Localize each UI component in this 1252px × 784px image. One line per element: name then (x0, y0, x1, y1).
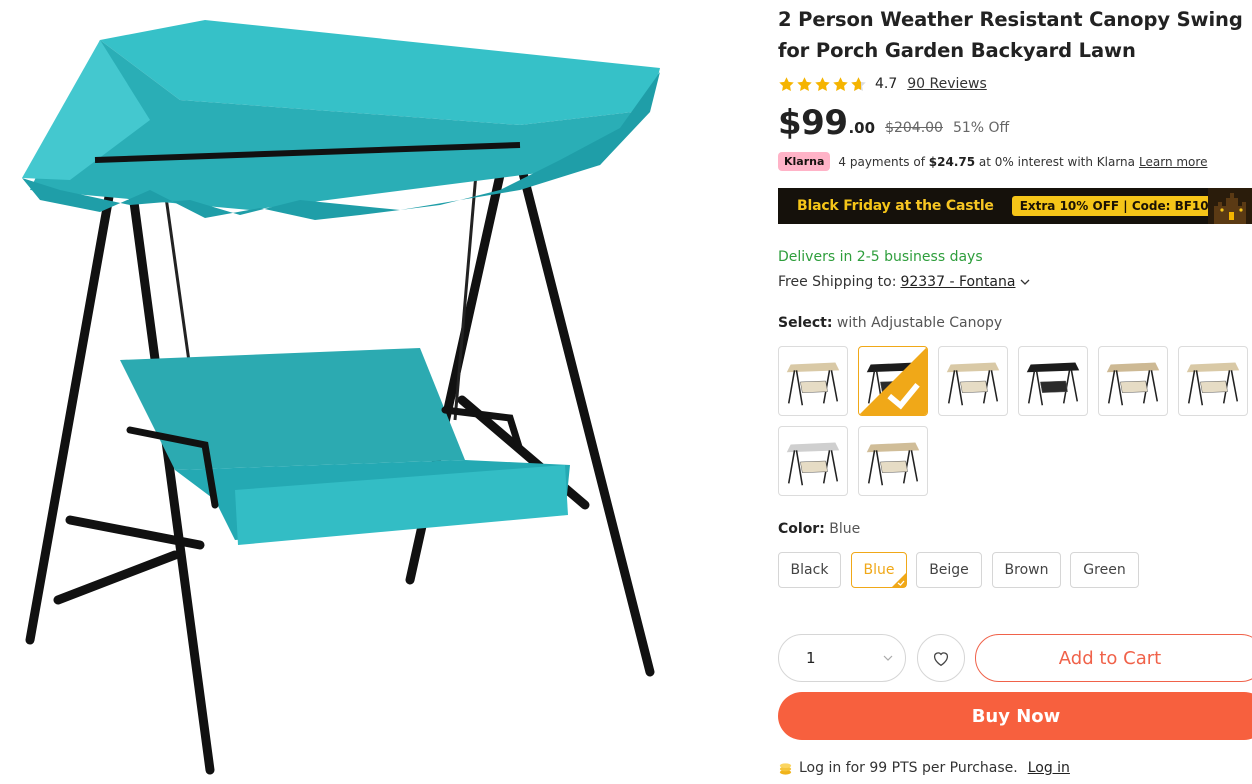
swing-thumbnail-icon (866, 442, 920, 486)
star-icon (815, 76, 830, 91)
klarna-amount: $24.75 (928, 154, 976, 169)
select-label: Select: (778, 315, 833, 331)
delivery-estimate: Delivers in 2-5 business days (778, 249, 983, 265)
rating-row: 4.7 90 Reviews (778, 73, 987, 95)
heart-icon (933, 652, 949, 667)
variant-thumbnail[interactable] (858, 426, 928, 496)
discount-label: 51% Off (952, 120, 1010, 136)
color-value: Blue (829, 521, 861, 537)
variant-thumbnail[interactable] (938, 346, 1008, 416)
shipping-row: Free Shipping to: 92337 - Fontana (778, 274, 1031, 290)
chevron-down-icon[interactable] (1019, 276, 1031, 288)
swing-thumbnail-icon (786, 362, 840, 406)
reviews-link[interactable]: 90 Reviews (907, 76, 987, 92)
rating-value: 4.7 (875, 76, 898, 92)
color-option-label: Black (790, 562, 829, 578)
color-option-label: Brown (1004, 562, 1049, 578)
star-half-icon (851, 76, 866, 91)
price-current: $99 (778, 103, 848, 143)
product-details-panel: 2 Person Weather Resistant Canopy Swing … (778, 0, 1252, 784)
color-option-label: Blue (863, 562, 895, 578)
promo-code-tag: Extra 10% OFF | Code: BF10 (1011, 196, 1217, 216)
quantity-value: 1 (806, 649, 816, 667)
buy-now-button[interactable]: Buy Now (778, 692, 1252, 740)
select-value: with Adjustable Canopy (836, 315, 1003, 331)
quantity-select[interactable]: 1 (778, 634, 906, 682)
canopy-swing-image (22, 20, 660, 775)
color-option-label: Green (1083, 562, 1126, 578)
variant-thumbnail[interactable] (778, 346, 848, 416)
swing-thumbnail-icon (786, 442, 840, 486)
variant-thumbnail[interactable] (1178, 346, 1248, 416)
product-title: 2 Person Weather Resistant Canopy Swing … (778, 8, 1243, 62)
color-option-brown[interactable]: Brown (992, 552, 1061, 588)
variant-thumbnail[interactable] (1098, 346, 1168, 416)
swing-thumbnail-icon (1106, 362, 1160, 406)
klarna-prefix: 4 payments of (838, 154, 925, 169)
promo-title-rest: at the Castle (895, 198, 994, 214)
star-icon (833, 76, 848, 91)
variant-thumbnail[interactable] (778, 426, 848, 496)
swing-thumbnail-icon (1026, 362, 1080, 406)
login-link[interactable]: Log in (1028, 760, 1070, 776)
klarna-suffix: at 0% interest with Klarna (978, 154, 1136, 169)
shipping-label: Free Shipping to: (778, 274, 897, 290)
price-original: $204.00 (885, 120, 943, 136)
color-label-row: Color: Blue (778, 521, 860, 537)
chevron-down-icon (883, 655, 893, 661)
star-icon (797, 76, 812, 91)
star-icon (779, 76, 794, 91)
color-option-beige[interactable]: Beige (916, 552, 982, 588)
select-label-row: Select: with Adjustable Canopy (778, 315, 1002, 331)
promo-banner[interactable]: Black Friday at the Castle Extra 10% OFF… (778, 188, 1252, 224)
color-option-black[interactable]: Black (778, 552, 841, 588)
price-row: $99 .00 $204.00 51% Off (778, 102, 1009, 142)
points-text: Log in for 99 PTS per Purchase. (799, 760, 1018, 776)
color-option-label: Beige (929, 562, 969, 578)
product-image[interactable] (0, 0, 760, 784)
swing-thumbnail-icon (1186, 362, 1240, 406)
color-option-blue[interactable]: Blue (851, 552, 907, 588)
color-option-green[interactable]: Green (1070, 552, 1139, 588)
variant-thumbnail[interactable] (1018, 346, 1088, 416)
coin-stack-icon (779, 762, 792, 775)
add-to-cart-button[interactable]: Add to Cart (975, 634, 1252, 682)
price-cents: .00 (848, 119, 876, 137)
selected-check-icon (859, 347, 927, 415)
klarna-badge: Klarna (778, 152, 831, 171)
klarna-row: Klarna 4 payments of $24.75 at 0% intere… (778, 151, 1207, 172)
promo-title-bold: Black Friday (797, 198, 891, 214)
swing-thumbnail-icon (946, 362, 1000, 406)
selected-check-icon (892, 573, 906, 587)
castle-icon (1208, 188, 1252, 224)
zip-location-link[interactable]: 92337 - Fontana (900, 274, 1015, 290)
rating-stars (778, 76, 867, 93)
wishlist-button[interactable] (917, 634, 965, 682)
variant-thumbnail[interactable] (858, 346, 928, 416)
promo-title: Black Friday at the Castle (797, 198, 994, 214)
color-label: Color: (778, 521, 825, 537)
klarna-learn-more-link[interactable]: Learn more (1139, 155, 1207, 169)
points-row: Log in for 99 PTS per Purchase. Log in (778, 760, 1070, 776)
